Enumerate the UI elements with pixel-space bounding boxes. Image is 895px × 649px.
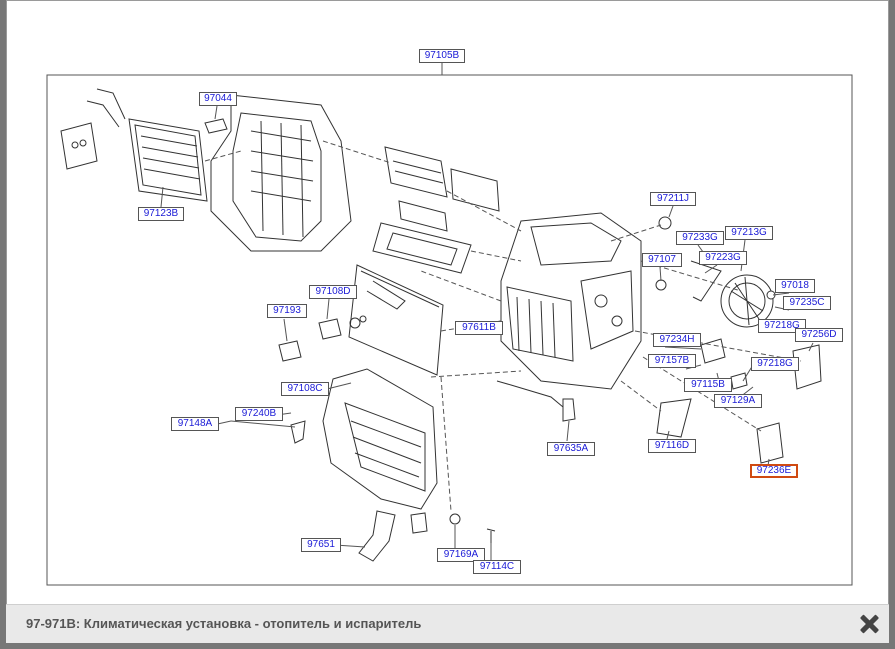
lower-case-part	[322, 368, 438, 510]
part-label-97233G[interactable]: 97233G	[676, 231, 724, 245]
part-label-97256D[interactable]: 97256D	[795, 328, 843, 342]
left-housing-part	[210, 94, 352, 252]
drain-part	[410, 512, 428, 534]
clip-part	[204, 118, 228, 134]
seal-part	[278, 340, 302, 362]
doors-part	[372, 146, 500, 274]
dialog-footer: 97-971B: Климатическая установка - отопи…	[6, 604, 889, 643]
bracket-part	[700, 338, 726, 364]
part-label-97108D[interactable]: 97108D	[309, 285, 357, 299]
actuator-part	[658, 216, 672, 230]
duct-part	[358, 510, 396, 562]
exploded-parts-diagram	[46, 63, 853, 586]
part-label-97211J[interactable]: 97211J	[650, 192, 696, 206]
evaporator-part	[348, 264, 444, 376]
parts-diagram-dialog: 97105B 97044 97123B 97211J 97233G 97213G…	[6, 0, 889, 643]
part-label-97218G-2[interactable]: 97218G	[751, 357, 799, 371]
sensor-wire-part	[496, 380, 564, 408]
part-label-97115B[interactable]: 97115B	[684, 378, 732, 392]
part-label-97044[interactable]: 97044	[199, 92, 237, 106]
connector-part	[730, 372, 748, 390]
screw-part	[486, 528, 496, 543]
linkage-part	[655, 279, 667, 291]
part-label-97611B[interactable]: 97611B	[455, 321, 503, 335]
main-housing-part	[500, 212, 642, 390]
part-label-97240B[interactable]: 97240B	[235, 407, 283, 421]
heater-core-part	[60, 88, 208, 202]
part-label-97107[interactable]: 97107	[642, 253, 682, 267]
part-label-97223G[interactable]: 97223G	[699, 251, 747, 265]
diagram-caption: 97-971B: Климатическая установка - отопи…	[26, 616, 422, 631]
part-label-97236E-selected[interactable]: 97236E	[750, 464, 798, 478]
part-label-97116D[interactable]: 97116D	[648, 439, 696, 453]
part-label-97123B[interactable]: 97123B	[138, 207, 184, 221]
part-label-97129A[interactable]: 97129A	[714, 394, 762, 408]
part-label-97235C[interactable]: 97235C	[783, 296, 831, 310]
part-label-97105B[interactable]: 97105B	[419, 49, 465, 63]
part-label-97635A[interactable]: 97635A	[547, 442, 595, 456]
seal-part-2	[318, 318, 342, 340]
part-label-97213G[interactable]: 97213G	[725, 226, 773, 240]
part-label-97018[interactable]: 97018	[775, 279, 815, 293]
part-label-97234H[interactable]: 97234H	[653, 333, 701, 347]
sensor-clip-part	[562, 398, 576, 422]
sensor-part	[290, 420, 306, 444]
part-label-97108C[interactable]: 97108C	[281, 382, 329, 396]
part-label-97114C[interactable]: 97114C	[473, 560, 521, 574]
resistor-part	[756, 422, 784, 464]
flap-part	[656, 398, 692, 438]
part-label-97157B[interactable]: 97157B	[648, 354, 696, 368]
part-label-97193[interactable]: 97193	[267, 304, 307, 318]
part-label-97651[interactable]: 97651	[301, 538, 341, 552]
close-icon[interactable]	[859, 614, 879, 634]
part-label-97148A[interactable]: 97148A	[171, 417, 219, 431]
grommet-part	[449, 513, 461, 525]
